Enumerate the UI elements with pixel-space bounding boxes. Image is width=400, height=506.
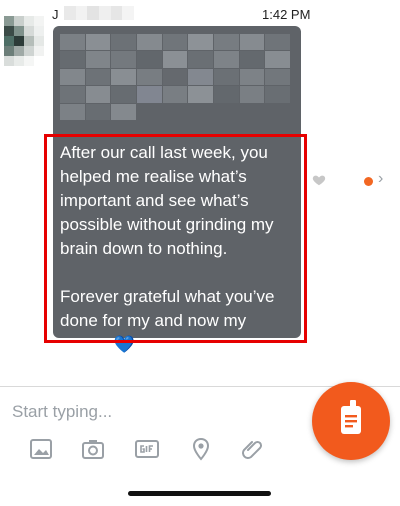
location-pin-icon[interactable]: [188, 436, 214, 462]
sender-name: J: [52, 7, 59, 22]
message-input[interactable]: Start typing...: [12, 402, 112, 422]
paperclip-icon[interactable]: [240, 436, 266, 462]
redacted-sender-name: [64, 6, 135, 20]
avatar[interactable]: [4, 16, 44, 66]
unread-dot-icon: [364, 177, 373, 186]
image-icon[interactable]: [28, 436, 54, 462]
gif-icon[interactable]: [134, 436, 160, 462]
camera-icon[interactable]: [80, 436, 106, 462]
compose-action-button[interactable]: [312, 382, 390, 460]
highlight-box: [44, 134, 307, 343]
redacted-message-text: [60, 34, 290, 120]
message-timestamp: 1:42 PM: [262, 7, 311, 22]
home-indicator[interactable]: [128, 491, 271, 496]
document-icon: [341, 400, 361, 434]
chevron-right-icon[interactable]: ›: [378, 170, 383, 188]
heart-icon[interactable]: [312, 173, 326, 187]
